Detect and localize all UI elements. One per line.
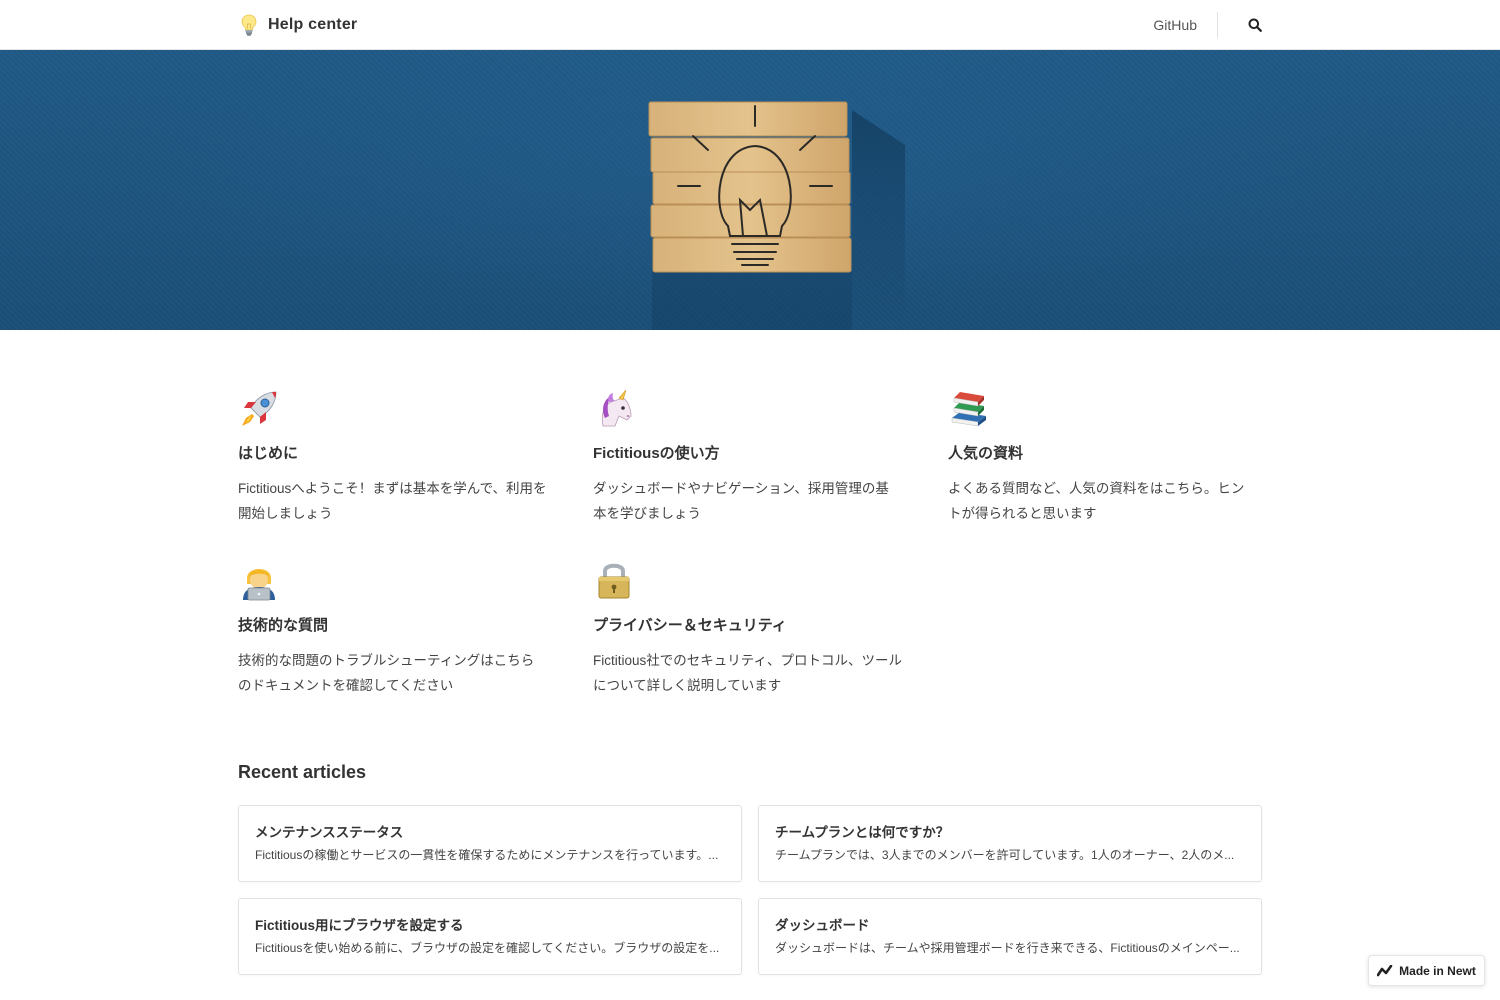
newt-logo-icon <box>1377 964 1393 976</box>
made-in-newt-badge[interactable]: Made in Newt <box>1368 955 1485 986</box>
category-description: ダッシュボードやナビゲーション、採用管理の基本を学びましょう <box>593 481 889 521</box>
search-icon <box>1248 18 1262 32</box>
category-title: Fictitiousの使い方 <box>593 445 720 462</box>
article-excerpt: Fictitiousの稼働とサービスの一貫性を確保するためにメンテナンスを行って… <box>255 848 719 862</box>
category-card[interactable]: はじめに Fictitiousへようこそ！まずは基本を学んで、利用を開始しましょ… <box>238 388 547 526</box>
article-card[interactable]: ダッシュボード ダッシュボードは、チームや採用管理ボードを行き来できる、Fict… <box>758 898 1262 975</box>
recent-articles-heading: Recent articles <box>238 762 367 782</box>
article-title: Fictitious用にブラウザを設定する <box>255 918 464 933</box>
hero-banner <box>0 50 1500 330</box>
category-title: 人気の資料 <box>948 445 1024 462</box>
category-description: Fictitious社でのセキュリティ、プロトコル、ツールについて詳しく説明して… <box>593 653 902 693</box>
article-card[interactable]: メンテナンスステータス Fictitiousの稼働とサービスの一貫性を確保するた… <box>238 805 742 882</box>
article-title: チームプランとは何ですか？ <box>775 825 950 840</box>
article-title: ダッシュボード <box>775 918 870 933</box>
category-card[interactable]: 技術的な質問 技術的な問題のトラブルシューティングはこちらのドキュメントを確認し… <box>238 560 547 698</box>
category-grid: はじめに Fictitiousへようこそ！まずは基本を学んで、利用を開始しましょ… <box>238 388 1262 698</box>
search-button[interactable] <box>1218 5 1262 45</box>
recent-articles-list: メンテナンスステータス Fictitiousの稼働とサービスの一貫性を確保するた… <box>238 805 1262 975</box>
article-card[interactable]: Fictitious用にブラウザを設定する Fictitiousを使い始める前に… <box>238 898 742 975</box>
category-description: 技術的な問題のトラブルシューティングはこちらのドキュメントを確認してください <box>238 653 535 693</box>
category-title: プライバシー＆セキュリティ <box>593 617 787 634</box>
category-description: よくある質問など、人気の資料をはこちら。ヒントが得られると思います <box>948 481 1245 521</box>
lock-icon <box>598 563 630 599</box>
category-description: Fictitiousへようこそ！まずは基本を学んで、利用を開始しましょう <box>238 481 547 521</box>
github-link[interactable]: GitHub <box>1153 17 1217 33</box>
article-excerpt: ダッシュボードは、チームや採用管理ボードを行き来できる、Fictitiousのメ… <box>775 941 1240 955</box>
category-card[interactable]: Fictitiousの使い方 ダッシュボードやナビゲーション、採用管理の基本を学… <box>593 388 902 526</box>
article-title: メンテナンスステータス <box>255 825 404 840</box>
site-header: Help center GitHub <box>0 0 1500 50</box>
books-icon <box>951 392 986 427</box>
article-card[interactable]: チームプランとは何ですか？ チームプランでは、3人までのメンバーを許可しています… <box>758 805 1262 882</box>
category-title: 技術的な質問 <box>238 617 329 634</box>
home-link[interactable]: Help center <box>238 13 357 37</box>
category-card[interactable]: プライバシー＆セキュリティ Fictitious社でのセキュリティ、プロトコル、… <box>593 560 902 698</box>
article-excerpt: チームプランでは、3人までのメンバーを許可しています。1人のオーナー、2人のメ.… <box>775 848 1235 862</box>
category-card[interactable]: 人気の資料 よくある質問など、人気の資料をはこちら。ヒントが得られると思います <box>948 388 1257 526</box>
rocket-icon <box>242 391 277 426</box>
unicorn-icon <box>601 389 632 427</box>
header-inner: Help center GitHub <box>238 0 1262 50</box>
category-title: はじめに <box>238 445 299 462</box>
badge-label: Made in Newt <box>1399 963 1476 978</box>
site-title: Help center <box>268 16 358 33</box>
technologist-icon <box>243 569 275 601</box>
wooden-blocks-light-bulb-image <box>648 101 905 330</box>
light-bulb-icon <box>241 14 257 36</box>
article-excerpt: Fictitiousを使い始める前に、ブラウザの設定を確認してください。ブラウザ… <box>255 941 720 955</box>
